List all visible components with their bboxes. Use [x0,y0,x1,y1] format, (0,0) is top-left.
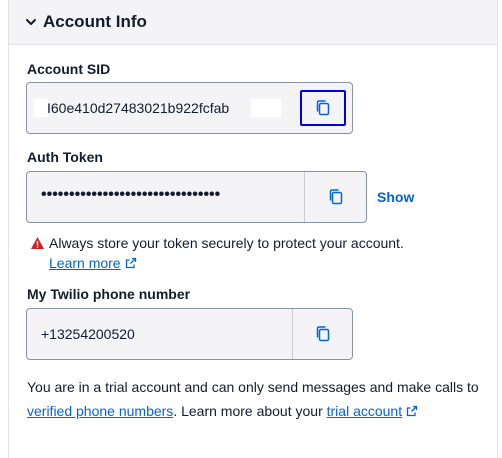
account-info-title: Account Info [43,12,147,31]
account-sid-field[interactable]: I60e410d27483021b922fcfab [26,82,353,134]
trial-account-label: trial account [326,403,403,419]
trial-text-before: You are in a trial account and can only … [27,379,479,395]
account-sid-label: Account SID [27,61,111,77]
redaction-mask [251,99,281,117]
external-link-icon [125,257,136,269]
trial-text-middle: . Learn more about your [173,403,327,419]
copy-phone-number-button[interactable] [292,309,352,359]
warning-icon [31,237,44,249]
phone-number-label: My Twilio phone number [27,286,191,302]
warning-text: Always store your token securely to prot… [49,235,404,251]
copy-icon [316,326,329,342]
redaction-mask [34,99,48,117]
auth-token-value: •••••••••••••••••••••••••••••••• [41,186,221,203]
copy-icon [329,189,342,205]
copy-account-sid-button[interactable] [300,90,346,126]
show-token-link[interactable]: Show [377,189,414,205]
learn-more-link[interactable]: Learn more [49,253,137,273]
external-link-icon [406,405,418,417]
trial-account-note: You are in a trial account and can only … [27,375,495,423]
account-info-panel: Account Info Account SID I60e410d2748302… [8,0,498,458]
verified-phone-numbers-link[interactable]: verified phone numbers [27,403,173,419]
learn-more-label: Learn more [49,255,121,271]
auth-token-label: Auth Token [27,149,103,165]
phone-number-field[interactable]: +13254200520 [26,308,353,360]
chevron-down-icon [26,19,36,25]
copy-icon [316,100,330,116]
account-sid-value: I60e410d27483021b922fcfab [47,100,230,116]
phone-number-value: +13254200520 [41,326,135,342]
trial-account-link[interactable]: trial account [327,403,418,419]
auth-token-field[interactable]: •••••••••••••••••••••••••••••••• [26,171,367,223]
copy-auth-token-button[interactable] [304,172,366,222]
account-info-header[interactable]: Account Info [9,0,497,45]
